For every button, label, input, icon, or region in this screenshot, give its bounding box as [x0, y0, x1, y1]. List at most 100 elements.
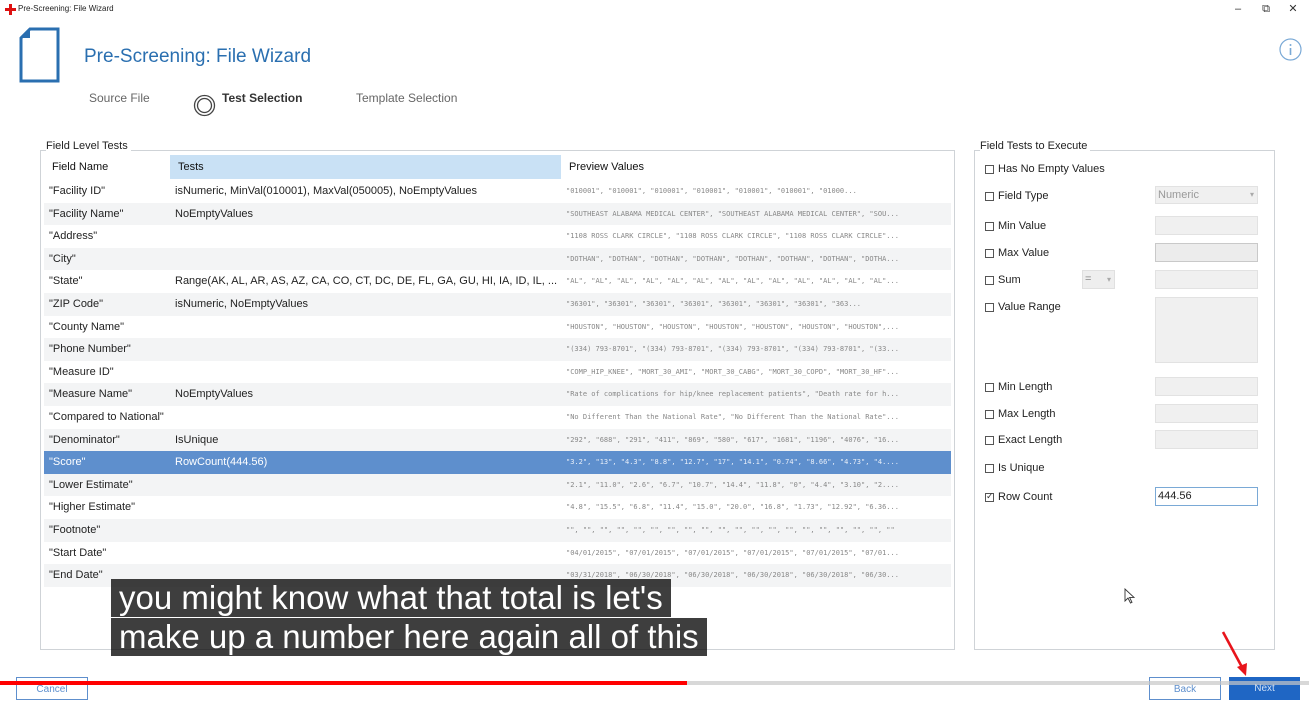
table-row[interactable]: "Facility Name" NoEmptyValues "SOUTHEAST A… — [44, 202, 951, 226]
preview-values-cell: "", "", "", "", "", "", "", "", "", "", … — [566, 525, 895, 534]
is-unique-checkbox[interactable]: Is Unique — [985, 462, 1044, 474]
tests-cell: IsUnique — [175, 433, 219, 446]
table-row[interactable]: "Denominator" IsUnique "292", "688", "291"… — [44, 428, 951, 452]
table-row[interactable]: "Footnote" "", "", "", "", "", "", "", ""… — [44, 518, 951, 542]
max-value-input[interactable] — [1155, 243, 1258, 262]
column-preview-values[interactable]: Preview Values — [561, 155, 951, 179]
field-name-cell: "Facility Name" — [49, 207, 124, 220]
tests-cell: isNumeric, NoEmptyValues — [175, 297, 309, 310]
table-row[interactable]: "Measure Name" NoEmptyValues "Rate of comp… — [44, 383, 951, 406]
step-source-file[interactable]: Source File — [89, 91, 150, 105]
field-name-cell: "Lower Estimate" — [49, 478, 133, 491]
checkbox-label: Min Value — [998, 220, 1047, 232]
checkbox-box[interactable] — [985, 275, 994, 285]
minimize-button[interactable]: – — [1230, 2, 1246, 16]
field-tests-to-execute-label: Field Tests to Execute — [980, 140, 1091, 152]
table-row[interactable]: "Measure ID" "COMP_HIP_KNEE", "MORT_30_AM… — [44, 361, 951, 384]
sum-operator-value: = — [1085, 273, 1092, 285]
table-row[interactable]: "State" Range(AK, AL, AR, AS, AZ, CA, CO,… — [44, 270, 951, 293]
field-name-cell: "Measure Name" — [49, 388, 133, 401]
step-template-selection[interactable]: Template Selection — [356, 91, 457, 105]
preview-values-cell: "HOUSTON", "HOUSTON", "HOUSTON", "HOUSTO… — [566, 322, 899, 331]
preview-values-cell: "2.1", "11.0", "2.6", "6.7", "10.7", "14… — [566, 480, 899, 489]
field-name-cell: "Score" — [49, 456, 86, 469]
checkbox-box[interactable] — [985, 463, 994, 473]
checkbox-box[interactable] — [985, 191, 994, 201]
table-row[interactable]: "City" "DOTHAN", "DOTHAN", "DOTHAN", "DOT… — [44, 247, 951, 271]
min-value-input[interactable] — [1155, 216, 1258, 235]
checkbox-box[interactable] — [985, 491, 994, 502]
step-test-selection[interactable]: Test Selection — [222, 91, 302, 105]
column-field-name[interactable]: Field Name — [44, 155, 170, 179]
row-count-input[interactable]: 444.56 — [1155, 487, 1258, 506]
checkbox-box[interactable] — [985, 248, 994, 258]
restore-button[interactable]: ⧉ — [1258, 2, 1274, 16]
exact-length-input[interactable] — [1155, 430, 1258, 449]
exact-length-checkbox[interactable]: Exact Length — [985, 434, 1062, 446]
preview-values-cell: "36301", "36301", "36301", "36301", "363… — [566, 299, 862, 308]
checkbox-box[interactable] — [985, 164, 994, 174]
max-length-checkbox[interactable]: Max Length — [985, 408, 1055, 420]
row-count-checkbox[interactable]: Row Count — [985, 491, 1052, 503]
wizard-title: Pre-Screening: File Wizard — [84, 46, 312, 67]
table-row[interactable]: "Score" RowCount(444.56) "3.2", "13", "4.3… — [44, 451, 951, 474]
checkbox-box[interactable] — [985, 435, 994, 445]
max-value-checkbox[interactable]: Max Value — [985, 247, 1049, 259]
table-row[interactable]: "County Name" "HOUSTON", "HOUSTON", "HOUS… — [44, 316, 951, 339]
checkbox-label: Sum — [998, 274, 1021, 286]
caption-line-1: you might know what that total is let's — [111, 579, 671, 617]
min-value-checkbox[interactable]: Min Value — [985, 220, 1046, 232]
video-progress-fill — [0, 681, 688, 685]
mouse-cursor-icon — [1124, 588, 1136, 604]
close-button[interactable]: ✕ — [1285, 2, 1301, 16]
chevron-down-icon: ▾ — [1249, 190, 1254, 199]
table-row[interactable]: "Higher Estimate" "4.8", "15.5", "6.8", "… — [44, 496, 951, 519]
has-no-empty-values-checkbox[interactable]: Has No Empty Values — [985, 163, 1105, 175]
table-row[interactable]: "ZIP Code" isNumeric, NoEmptyValues "36301… — [44, 292, 951, 316]
checkbox-label: Exact Length — [998, 434, 1063, 446]
tests-cell: NoEmptyValues — [175, 207, 254, 220]
checkbox-label: Has No Empty Values — [998, 163, 1105, 175]
checkbox-label: Value Range — [998, 301, 1061, 313]
checkbox-box[interactable] — [985, 382, 994, 392]
grid-header: Field Name Tests Preview Values — [44, 155, 951, 179]
min-length-input[interactable] — [1155, 377, 1258, 396]
field-name-cell: "Facility ID" — [49, 185, 106, 197]
caption-line-2: make up a number here again all of this — [111, 618, 707, 656]
wizard-window: Pre-Screening: File Wizard – ⧉ ✕ Pre-Scr… — [0, 0, 1309, 706]
table-row[interactable]: "Phone Number" "(334) 793-8701", "(334) 7… — [44, 338, 951, 361]
sum-checkbox[interactable]: Sum — [985, 274, 1021, 286]
max-length-input[interactable] — [1155, 404, 1258, 423]
preview-values-cell: "Rate of complications for hip/knee repl… — [566, 390, 899, 399]
field-name-cell: "County Name" — [49, 320, 125, 333]
checkbox-box[interactable] — [985, 302, 994, 312]
field-type-select[interactable]: Numeric ▾ — [1155, 186, 1258, 204]
table-row[interactable]: "Address" "1108 ROSS CLARK CIRCLE", "1108… — [44, 225, 951, 248]
field-name-cell: "Address" — [49, 230, 98, 243]
checkbox-box[interactable] — [985, 221, 994, 231]
window-title: Pre-Screening: File Wizard — [18, 4, 114, 13]
field-type-checkbox[interactable]: Field Type — [985, 190, 1049, 202]
value-range-checkbox[interactable]: Value Range — [985, 301, 1061, 313]
preview-values-cell: "04/01/2015", "07/01/2015", "07/01/2015"… — [566, 548, 899, 557]
field-type-value: Numeric — [1158, 189, 1199, 201]
info-icon[interactable] — [1279, 38, 1302, 61]
sum-input[interactable] — [1155, 270, 1258, 289]
sum-operator-select[interactable]: = ▾ — [1082, 270, 1115, 289]
table-row[interactable]: "Start Date" "04/01/2015", "07/01/2015", … — [44, 542, 951, 565]
checkbox-label: Field Type — [998, 190, 1049, 202]
table-row[interactable]: "Lower Estimate" "2.1", "11.0", "2.6", "6… — [44, 473, 951, 497]
checkbox-box[interactable] — [985, 409, 994, 419]
table-row[interactable]: "Facility ID" isNumeric, MinVal(010001), … — [44, 180, 951, 203]
preview-values-cell: "(334) 793-8701", "(334) 793-8701", "(33… — [566, 345, 899, 354]
preview-values-cell: "3.2", "13", "4.3", "8.8", "12.7", "17",… — [566, 458, 899, 467]
red-cross-icon — [5, 4, 16, 15]
value-range-textarea[interactable] — [1155, 297, 1258, 363]
checkbox-label: Row Count — [998, 491, 1053, 503]
table-row[interactable]: "Compared to National" "No Different Than… — [44, 406, 951, 429]
min-length-checkbox[interactable]: Min Length — [985, 381, 1052, 393]
column-tests[interactable]: Tests — [170, 155, 561, 179]
tests-cell: Range(AK, AL, AR, AS, AZ, CA, CO, CT, DC… — [175, 275, 558, 288]
preview-values-cell: "1108 ROSS CLARK CIRCLE", "1108 ROSS CLA… — [566, 232, 899, 241]
preview-values-cell: "AL", "AL", "AL", "AL", "AL", "AL", "AL"… — [566, 277, 899, 286]
